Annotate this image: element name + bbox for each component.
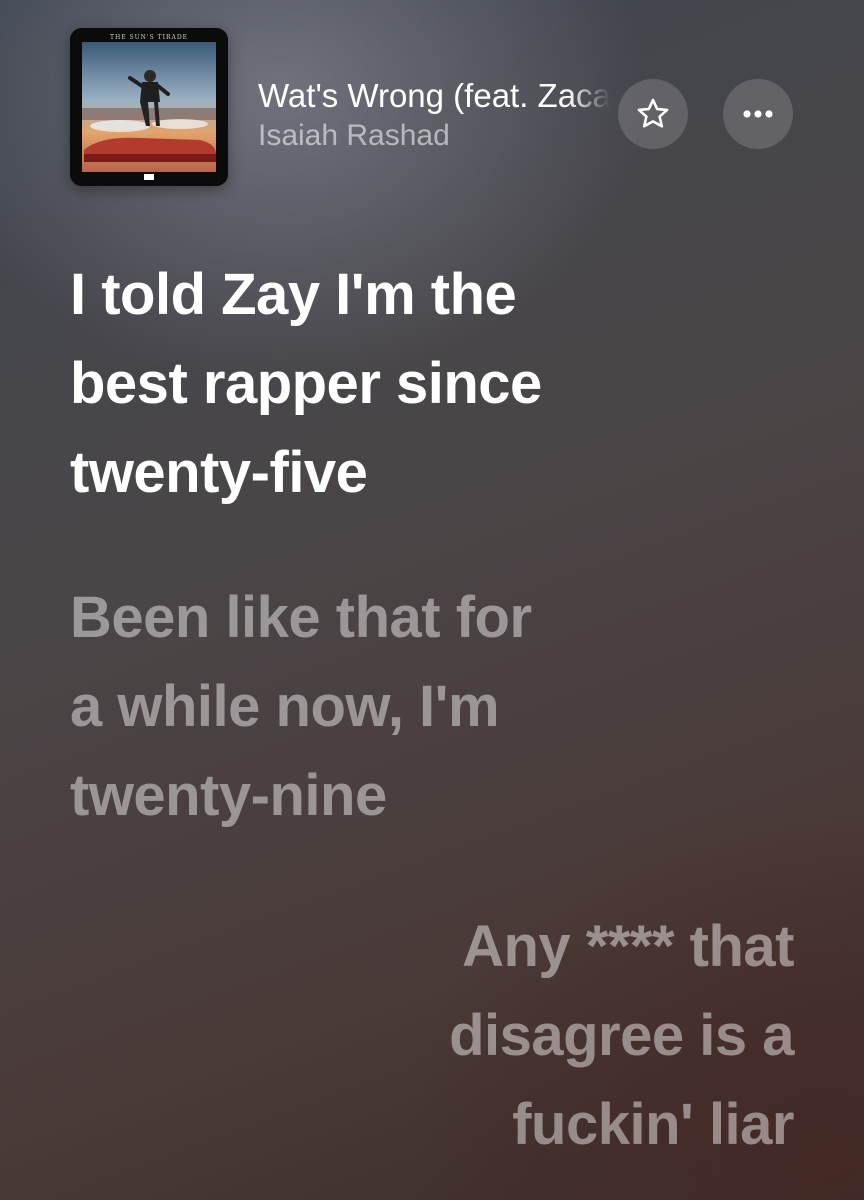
lyric-line-upcoming[interactable]: Any **** that disagree is a fuckin' liar <box>154 902 794 1169</box>
lyric-text: fuckin' liar <box>512 1092 794 1157</box>
lyric-text: Been like that for <box>70 585 532 650</box>
lyric-text: twenty-nine <box>70 763 387 828</box>
lyric-line-next[interactable]: Been like that for a while now, I'm twen… <box>70 573 710 840</box>
lyric-text: I told Zay I'm the <box>70 262 517 327</box>
track-title: Wat's Wrong (feat. Zacari & Kendrick Lam… <box>258 77 610 114</box>
star-outline-icon <box>637 98 669 128</box>
track-info[interactable]: Wat's Wrong (feat. Zacari & Kendrick Lam… <box>258 76 610 154</box>
lyric-text: a while now, I'm <box>70 674 500 739</box>
lyric-text: twenty-five <box>70 440 368 505</box>
ellipsis-icon <box>743 110 773 118</box>
svg-text:THE SUN'S TIRADE: THE SUN'S TIRADE <box>110 34 188 41</box>
lyric-text: best rapper since <box>70 351 542 416</box>
more-options-button[interactable] <box>723 79 793 149</box>
now-playing-header: THE SUN'S TIRADE Wat's Wrong (feat. Zaca… <box>0 0 864 200</box>
lyric-line-current[interactable]: I told Zay I'm the best rapper since twe… <box>70 250 710 517</box>
lyric-text: Any **** that <box>462 914 794 979</box>
favorite-button[interactable] <box>618 79 688 149</box>
track-artist: Isaiah Rashad <box>258 119 450 152</box>
lyric-text: disagree is a <box>449 1003 794 1068</box>
album-artwork[interactable]: THE SUN'S TIRADE <box>70 28 228 186</box>
album-artwork-image: THE SUN'S TIRADE <box>70 28 228 186</box>
